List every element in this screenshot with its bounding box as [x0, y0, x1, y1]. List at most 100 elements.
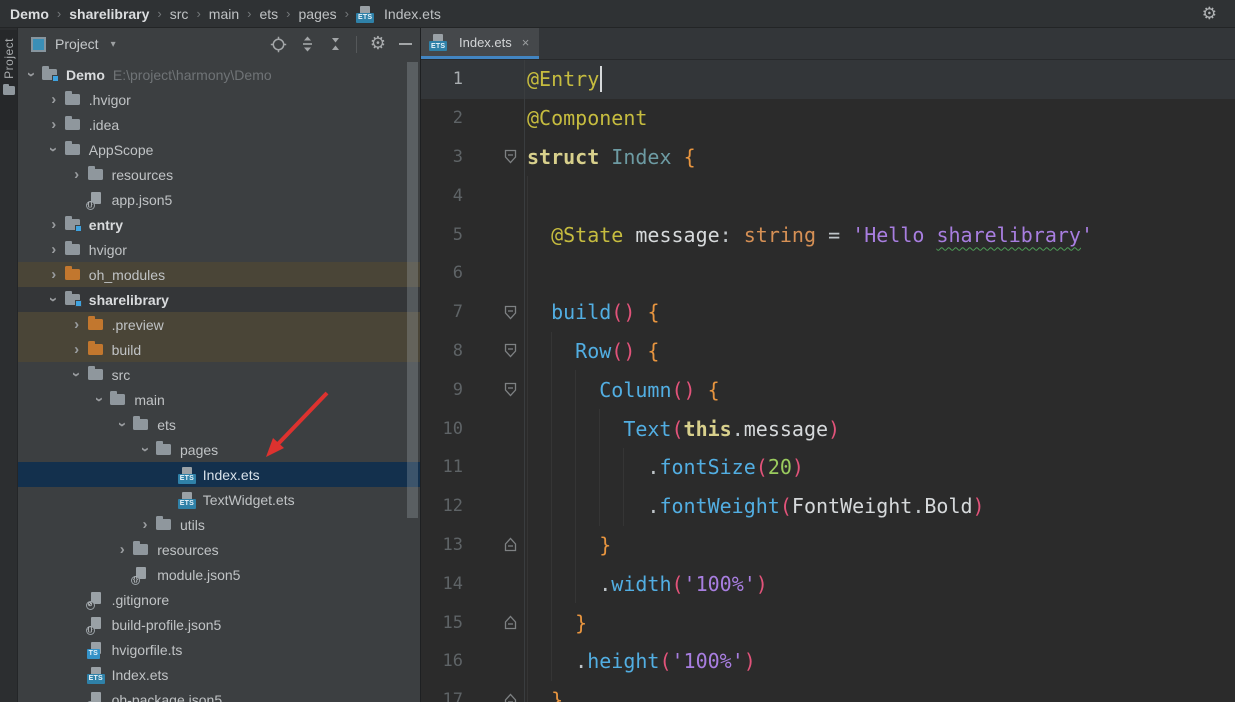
- tree-item-resources[interactable]: › resources: [18, 537, 420, 562]
- settings-icon[interactable]: ⚙: [370, 35, 386, 53]
- breadcrumb: Demo › sharelibrary › src › main › ets › pages › ETS…: [10, 5, 441, 23]
- code-line-content: }: [524, 603, 1235, 642]
- code-line-10: 10 Text(this. message): [421, 409, 1235, 448]
- chevron-expanded-icon[interactable]: ›: [43, 141, 65, 158]
- chevron-collapsed-icon[interactable]: ›: [43, 91, 65, 108]
- gitignore-file-icon: ⊘: [85, 591, 110, 610]
- code-token: sharelibrary: [936, 222, 1081, 247]
- tree-item-demo[interactable]: › Demo E:\project\harmony\Demo: [18, 62, 420, 87]
- tree-item-pages[interactable]: › pages: [18, 437, 420, 462]
- chevron-collapsed-icon[interactable]: ›: [66, 316, 88, 333]
- code-line-content: }: [524, 525, 1235, 565]
- tree-item-hvigor[interactable]: › .hvigor: [18, 87, 420, 112]
- gear-icon[interactable]: ⚙: [1202, 5, 1225, 22]
- tree-item-oh-package-json5[interactable]: {}oh-package.json5: [18, 687, 420, 702]
- chevron-collapsed-icon[interactable]: ›: [66, 166, 88, 183]
- locate-icon[interactable]: [270, 36, 287, 53]
- chevron-collapsed-icon[interactable]: ›: [43, 216, 65, 233]
- tree-item-src[interactable]: › src: [18, 362, 420, 387]
- chevron-collapsed-icon[interactable]: ›: [43, 241, 65, 258]
- tree-item-idea[interactable]: › .idea: [18, 112, 420, 137]
- fold-marker-icon[interactable]: [504, 382, 519, 397]
- chevron-collapsed-icon[interactable]: ›: [134, 516, 156, 533]
- tree-item-index-ets[interactable]: ETS Index.ets: [18, 662, 420, 687]
- fold-marker-icon[interactable]: [504, 149, 519, 164]
- code-token: .: [575, 649, 588, 674]
- chevron-down-icon[interactable]: ▾: [111, 39, 116, 50]
- tree-item-hvigor[interactable]: › hvigor: [18, 237, 420, 262]
- chevron-expanded-icon[interactable]: ›: [88, 391, 110, 408]
- tree-item-utils[interactable]: › utils: [18, 512, 420, 537]
- fold-marker-icon[interactable]: [504, 537, 519, 552]
- tree-item-appscope[interactable]: › AppScope: [18, 137, 420, 162]
- tree-item-label: build-profile.json5: [111, 616, 222, 633]
- expand-all-icon[interactable]: [300, 36, 315, 52]
- code-editor[interactable]: 1 @Entry 2 @Component 3 struct Index {4 5 @Stat…: [421, 60, 1235, 702]
- tab-index-ets[interactable]: ETS Index.ets ×: [421, 28, 540, 59]
- tree-item-ets[interactable]: › ets: [18, 412, 420, 437]
- tree-item-preview[interactable]: › .preview: [18, 312, 420, 337]
- indent-guide: [527, 253, 551, 293]
- tree-item-resources[interactable]: › resources: [18, 162, 420, 187]
- tree-item-hvigorfile-ts[interactable]: TS hvigorfile.ts: [18, 637, 420, 662]
- code-token: {: [683, 144, 696, 169]
- chevron-expanded-icon[interactable]: ›: [111, 416, 133, 433]
- tree-item-index-ets[interactable]: ETS Index.ets: [18, 462, 420, 487]
- tree-item-module-json5[interactable]: {} module.json5: [18, 562, 420, 587]
- chevron-expanded-icon[interactable]: ›: [66, 366, 88, 383]
- tree-item-textwidget-ets[interactable]: ETS TextWidget.ets: [18, 487, 420, 512]
- code-token: .: [599, 571, 612, 596]
- tree-item-app-json5[interactable]: {} app.json5: [18, 187, 420, 212]
- collapse-all-icon[interactable]: [328, 36, 343, 52]
- chevron-collapsed-icon[interactable]: ›: [43, 266, 65, 283]
- close-icon[interactable]: ×: [522, 36, 530, 49]
- breadcrumb-label: src: [169, 5, 189, 22]
- code-token: (: [779, 494, 792, 519]
- tree-item-entry[interactable]: › entry: [18, 212, 420, 237]
- indent-guide: [527, 409, 551, 448]
- folder-icon: [64, 141, 87, 155]
- tree-scrollbar-thumb[interactable]: [407, 62, 418, 518]
- project-stripe-label: Project: [1, 38, 16, 79]
- fold-marker-icon[interactable]: [504, 343, 519, 358]
- code-token: }: [599, 532, 612, 557]
- fold-marker-icon[interactable]: [504, 693, 519, 702]
- folder-icon: [110, 391, 132, 405]
- breadcrumb-item-pages[interactable]: pages: [299, 6, 337, 22]
- chevron-collapsed-icon[interactable]: ›: [43, 116, 65, 133]
- code-line-content: @Entry: [524, 60, 1235, 99]
- breadcrumb-item-main[interactable]: main: [209, 6, 239, 22]
- breadcrumb-item-sharelibrary[interactable]: sharelibrary: [69, 6, 149, 22]
- tree-item-label: .idea: [88, 116, 120, 133]
- line-number: 4: [452, 185, 463, 206]
- breadcrumb-item-demo[interactable]: Demo: [10, 6, 49, 22]
- tree-item-gitignore[interactable]: ⊘ .gitignore: [18, 587, 420, 612]
- tree-item-oh-modules[interactable]: › oh_modules: [18, 262, 420, 287]
- chevron-collapsed-icon[interactable]: ›: [66, 341, 88, 358]
- chevron-expanded-icon[interactable]: ›: [20, 66, 42, 83]
- fold-marker-icon[interactable]: [504, 305, 519, 320]
- breadcrumb-item-index-ets[interactable]: ETS Index.ets: [356, 5, 441, 23]
- indent-guide: [527, 331, 551, 371]
- tree-item-build-profile-json5[interactable]: {} build-profile.json5: [18, 612, 420, 637]
- tree-item-build[interactable]: › build: [18, 337, 420, 362]
- ets-file-icon: ETS: [177, 466, 201, 484]
- project-stripe-button[interactable]: Project: [0, 30, 17, 130]
- fold-marker-icon[interactable]: [504, 615, 519, 630]
- chevron-collapsed-icon[interactable]: ›: [111, 541, 133, 558]
- breadcrumb-item-ets[interactable]: ets: [259, 6, 278, 22]
- hide-icon[interactable]: [399, 43, 412, 45]
- code-token: FontWeight: [791, 494, 913, 519]
- tree-item-label: module.json5: [157, 566, 241, 583]
- code-line-content: Column() {: [524, 370, 1235, 410]
- breadcrumb-item-src[interactable]: src: [170, 6, 189, 22]
- chevron-expanded-icon[interactable]: ›: [43, 291, 65, 308]
- indent-guide: [527, 176, 551, 216]
- code-token: (): [671, 377, 696, 402]
- chevron-expanded-icon[interactable]: ›: [134, 441, 156, 458]
- ide-window: Demo › sharelibrary › src › main › ets › pages › ETS…: [0, 0, 1235, 702]
- tree-item-main[interactable]: › main: [18, 387, 420, 412]
- tree-item-sharelibrary[interactable]: › sharelibrary: [18, 287, 420, 312]
- indent-guide: [551, 447, 575, 487]
